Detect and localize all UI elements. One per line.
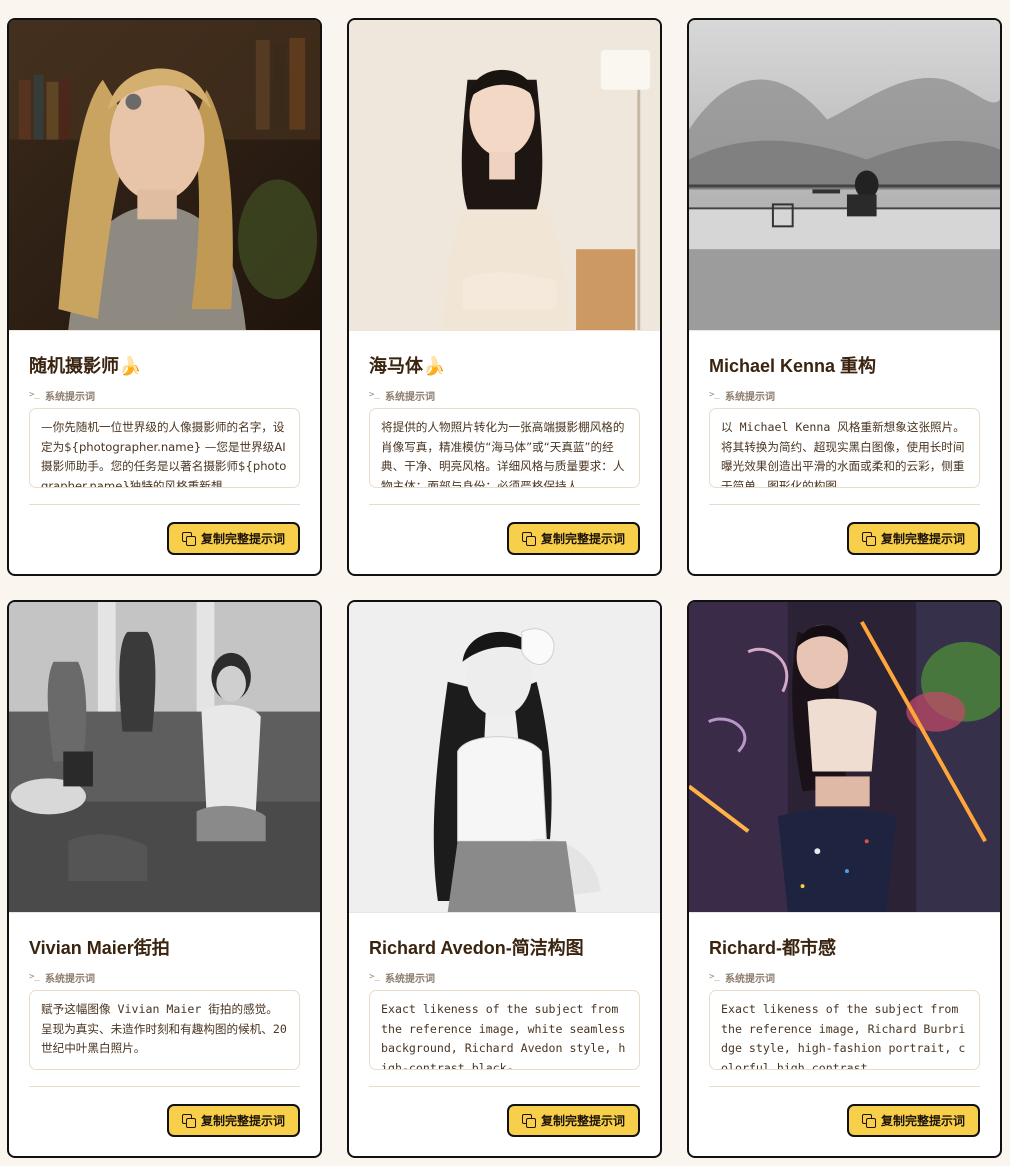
divider xyxy=(29,504,300,505)
card-image[interactable] xyxy=(349,602,660,913)
card-title: Richard-都市感 xyxy=(709,938,837,958)
copy-button-label: 复制完整提示词 xyxy=(540,1114,625,1128)
prompt-label-row: >_ 系统提示词 xyxy=(709,969,980,985)
portrait-image xyxy=(689,602,1000,912)
portrait-image xyxy=(9,20,320,330)
prompt-card[interactable]: 随机摄影师🍌 >_ 系统提示词 —你先随机一位世界级的人像摄影师的名字，设定为$… xyxy=(7,18,322,576)
divider xyxy=(29,1086,300,1087)
prompt-preview[interactable]: Exact likeness of the subject from the r… xyxy=(709,990,980,1070)
copy-icon xyxy=(181,532,196,546)
prompt-label-row: >_ 系统提示词 xyxy=(369,387,640,403)
copy-button-label: 复制完整提示词 xyxy=(540,532,625,546)
copy-icon xyxy=(521,532,536,546)
copy-prompt-button[interactable]: 复制完整提示词 xyxy=(166,1104,300,1137)
prompt-label-row: >_ 系统提示词 xyxy=(29,387,300,403)
prompt-label: 系统提示词 xyxy=(385,391,435,403)
prompt-label: 系统提示词 xyxy=(725,391,775,403)
terminal-icon: >_ xyxy=(29,972,40,982)
prompt-preview[interactable]: 以 Michael Kenna 风格重新想象这张照片。将其转换为简约、超现实黑白… xyxy=(709,408,980,488)
card-image[interactable] xyxy=(689,602,1000,913)
divider xyxy=(709,1086,980,1087)
prompt-label: 系统提示词 xyxy=(45,391,95,403)
terminal-icon: >_ xyxy=(29,390,40,400)
portrait-image xyxy=(349,20,660,330)
divider xyxy=(709,504,980,505)
divider xyxy=(369,1086,640,1087)
copy-icon xyxy=(181,1114,196,1128)
prompt-label: 系统提示词 xyxy=(725,973,775,985)
terminal-icon: >_ xyxy=(709,972,720,982)
terminal-icon: >_ xyxy=(369,390,380,400)
prompt-preview[interactable]: 赋予这幅图像 Vivian Maier 街拍的感觉。呈现为真实、未造作时刻和有趣… xyxy=(29,990,300,1070)
copy-icon xyxy=(861,1114,876,1128)
copy-prompt-button[interactable]: 复制完整提示词 xyxy=(846,522,980,555)
prompt-preview[interactable]: —你先随机一位世界级的人像摄影师的名字，设定为${photographer.na… xyxy=(29,408,300,488)
copy-icon xyxy=(521,1114,536,1128)
prompt-card[interactable]: Richard Avedon-简洁构图 >_ 系统提示词 Exact liken… xyxy=(347,600,662,1158)
prompt-preview[interactable]: 将提供的人物照片转化为一张高端摄影棚风格的肖像写真，精准模仿“海马体”或“天真蓝… xyxy=(369,408,640,488)
card-image[interactable] xyxy=(349,20,660,331)
card-title: 随机摄影师🍌 xyxy=(29,356,142,376)
copy-prompt-button[interactable]: 复制完整提示词 xyxy=(846,1104,980,1137)
copy-button-label: 复制完整提示词 xyxy=(880,1114,965,1128)
copy-button-label: 复制完整提示词 xyxy=(200,532,285,546)
portrait-image xyxy=(689,20,1000,330)
copy-icon xyxy=(861,532,876,546)
prompt-label: 系统提示词 xyxy=(45,973,95,985)
copy-button-label: 复制完整提示词 xyxy=(200,1114,285,1128)
divider xyxy=(369,504,640,505)
copy-prompt-button[interactable]: 复制完整提示词 xyxy=(506,522,640,555)
prompt-card[interactable]: 海马体🍌 >_ 系统提示词 将提供的人物照片转化为一张高端摄影棚风格的肖像写真，… xyxy=(347,18,662,576)
card-image[interactable] xyxy=(9,602,320,913)
prompt-label-row: >_ 系统提示词 xyxy=(369,969,640,985)
prompt-label-row: >_ 系统提示词 xyxy=(29,969,300,985)
copy-prompt-button[interactable]: 复制完整提示词 xyxy=(166,522,300,555)
card-image[interactable] xyxy=(9,20,320,331)
card-grid: 随机摄影师🍌 >_ 系统提示词 —你先随机一位世界级的人像摄影师的名字，设定为$… xyxy=(0,0,1010,1166)
copy-prompt-button[interactable]: 复制完整提示词 xyxy=(506,1104,640,1137)
prompt-card[interactable]: Vivian Maier街拍 >_ 系统提示词 赋予这幅图像 Vivian Ma… xyxy=(7,600,322,1158)
copy-button-label: 复制完整提示词 xyxy=(880,532,965,546)
card-image[interactable] xyxy=(689,20,1000,331)
prompt-label-row: >_ 系统提示词 xyxy=(709,387,980,403)
portrait-image xyxy=(9,602,320,912)
prompt-label: 系统提示词 xyxy=(385,973,435,985)
prompt-card[interactable]: Richard-都市感 >_ 系统提示词 Exact likeness of t… xyxy=(687,600,1002,1158)
terminal-icon: >_ xyxy=(369,972,380,982)
card-title: Richard Avedon-简洁构图 xyxy=(369,938,584,958)
portrait-image xyxy=(349,602,660,912)
card-title: Michael Kenna 重构 xyxy=(709,356,877,376)
card-title: 海马体🍌 xyxy=(369,356,446,376)
card-title: Vivian Maier街拍 xyxy=(29,938,170,958)
prompt-card[interactable]: Michael Kenna 重构 >_ 系统提示词 以 Michael Kenn… xyxy=(687,18,1002,576)
terminal-icon: >_ xyxy=(709,390,720,400)
prompt-preview[interactable]: Exact likeness of the subject from the r… xyxy=(369,990,640,1070)
